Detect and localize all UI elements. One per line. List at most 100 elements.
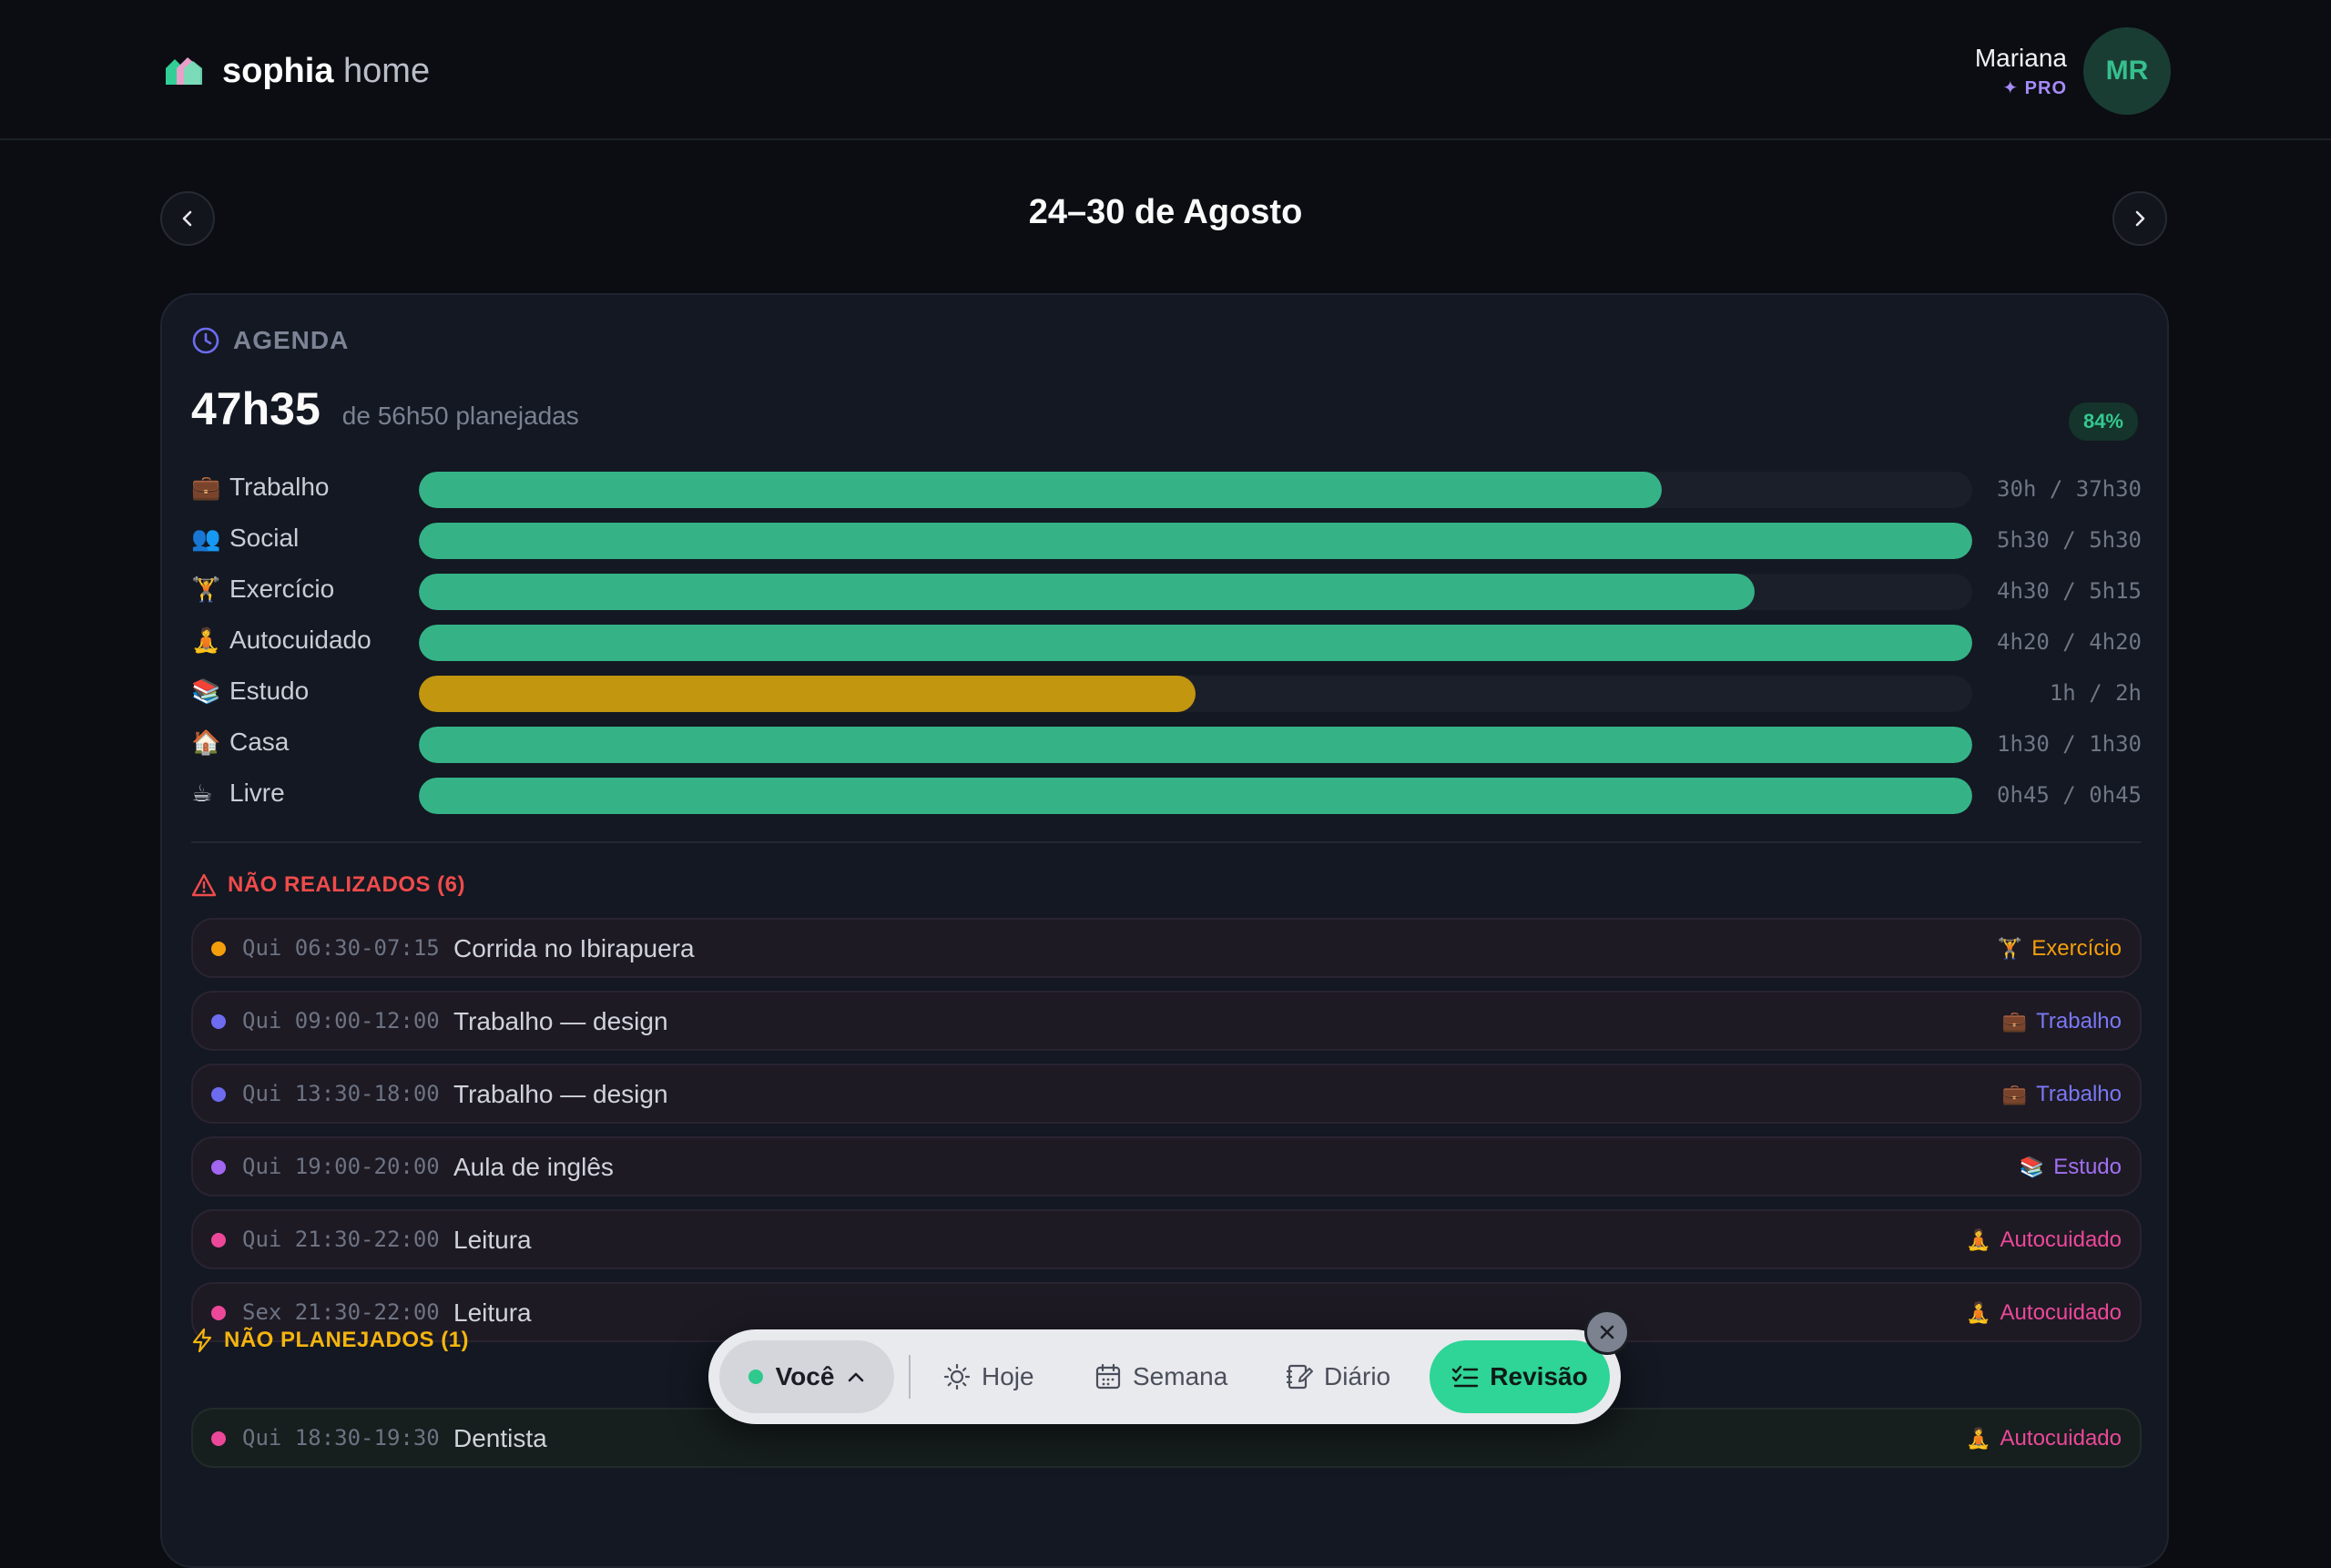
- category-name: Trabalho: [229, 473, 330, 501]
- category-progress-track: [419, 727, 1972, 763]
- category-row: 🏋 Exercício 4h30 / 5h15: [191, 572, 2142, 610]
- tab-today-label: Hoje: [982, 1362, 1034, 1390]
- category-emoji-icon: 👥: [191, 524, 221, 552]
- divider: [191, 841, 2142, 843]
- category-progress-fill: [419, 676, 1196, 712]
- category-emoji-icon: 🧘: [1966, 1301, 1991, 1324]
- event-title: Dentista: [453, 1424, 547, 1452]
- notebook-pen-icon: [1286, 1364, 1313, 1390]
- event-item[interactable]: Qui 09:00-12:00 Trabalho — design 💼 Trabalh…: [191, 991, 2142, 1051]
- next-week-button[interactable]: [2112, 191, 2167, 246]
- avatar[interactable]: MR: [2083, 27, 2171, 115]
- category-row: 📚 Estudo 1h / 2h: [191, 674, 2142, 712]
- category-emoji-icon: 🏋: [191, 575, 221, 603]
- event-item[interactable]: Qui 19:00-20:00 Aula de inglês 📚 Estudo: [191, 1136, 2142, 1196]
- category-tag: 🧘 Autocuidado: [1966, 1227, 2122, 1253]
- online-dot: [748, 1369, 763, 1384]
- event-time: Qui 09:00-12:00: [242, 1008, 440, 1033]
- category-dot: [211, 942, 226, 956]
- category-progress-track: [419, 676, 1972, 712]
- category-emoji-icon: 🏠: [191, 728, 221, 756]
- tab-week[interactable]: Semana: [1094, 1340, 1227, 1413]
- category-dot: [211, 1160, 226, 1175]
- close-dock-button[interactable]: [1584, 1309, 1630, 1355]
- brand[interactable]: sophia home: [164, 51, 430, 91]
- event-time: Qui 13:30-18:00: [242, 1081, 440, 1106]
- event-title: Corrida no Ibirapuera: [453, 934, 695, 962]
- user-menu[interactable]: Mariana ✦ PRO MR: [1975, 27, 2171, 115]
- category-name: Casa: [229, 728, 290, 756]
- warning-icon: [191, 873, 217, 897]
- profile-switcher[interactable]: Você: [719, 1340, 894, 1413]
- week-title: 24–30 de Agosto: [1028, 193, 1303, 231]
- category-emoji-icon: 📚: [191, 677, 221, 705]
- house-logo-icon: [166, 57, 202, 85]
- category-tag: 🏋 Exercício: [1998, 936, 2122, 962]
- category-hours: 1h30 / 1h30: [1997, 731, 2142, 757]
- category-hours: 5h30 / 5h30: [1997, 527, 2142, 553]
- category-hours: 0h45 / 0h45: [1997, 782, 2142, 808]
- event-title: Trabalho — design: [453, 1007, 668, 1035]
- event-title: Trabalho — design: [453, 1080, 668, 1108]
- lightning-icon: [192, 1328, 212, 1353]
- category-tag-label: Estudo: [2053, 1155, 2122, 1179]
- close-icon: [1600, 1325, 1614, 1339]
- category-tag-label: Autocuidado: [2000, 1227, 2122, 1252]
- category-emoji-icon: 💼: [2001, 1010, 2028, 1033]
- event-item[interactable]: Qui 13:30-18:00 Trabalho — design 💼 Trabalh…: [191, 1064, 2142, 1124]
- user-name: Mariana: [1974, 43, 2067, 72]
- event-time: Qui 21:30-22:00: [242, 1227, 440, 1252]
- event-item[interactable]: Qui 21:30-22:00 Leitura 🧘 Autocuidado: [191, 1209, 2142, 1269]
- category-tag: 📚 Estudo: [2020, 1155, 2122, 1180]
- planned-hours: de 56h50 planejadas: [341, 402, 579, 430]
- category-progress-track: [419, 523, 1972, 559]
- agenda-totals: 47h35 de 56h50 planejadas: [191, 382, 579, 435]
- category-progress-track: [419, 625, 1972, 661]
- tab-week-label: Semana: [1133, 1362, 1228, 1390]
- category-hours: 4h20 / 4h20: [1997, 629, 2142, 655]
- category-name: Exercício: [229, 575, 335, 603]
- tab-review-label: Revisão: [1490, 1362, 1588, 1390]
- event-time: Sex 21:30-22:00: [242, 1299, 440, 1325]
- category-tag-label: Autocuidado: [2000, 1300, 2122, 1325]
- unplanned-header: NÃO PLANEJADOS (1): [191, 1328, 469, 1353]
- not-done-label: NÃO REALIZADOS (6): [228, 872, 465, 897]
- category-dot: [211, 1233, 226, 1247]
- category-emoji-icon: 💼: [191, 473, 221, 501]
- category-emoji-icon: 🧘: [1966, 1427, 1991, 1450]
- category-dot: [211, 1306, 226, 1320]
- clock-icon: [192, 327, 219, 354]
- category-progress-fill: [419, 625, 1972, 661]
- event-item[interactable]: Qui 06:30-07:15 Corrida no Ibirapuera 🏋 Exe…: [191, 918, 2142, 978]
- event-title: Leitura: [453, 1298, 532, 1327]
- category-emoji-icon: 🏋: [1997, 937, 2023, 960]
- category-tag-label: Exercício: [2031, 936, 2122, 961]
- chevron-right-icon: [2135, 210, 2145, 227]
- tab-review[interactable]: Revisão: [1430, 1340, 1610, 1413]
- category-hours: 1h / 2h: [2049, 680, 2142, 706]
- chevron-up-icon: [849, 1372, 864, 1382]
- brand-name: sophia home: [222, 51, 431, 90]
- category-name: Social: [229, 524, 300, 552]
- category-dot: [211, 1087, 226, 1102]
- category-tag-label: Autocuidado: [2000, 1426, 2122, 1451]
- category-emoji-icon: 🧘: [191, 626, 221, 654]
- category-progress-fill: [419, 523, 1972, 559]
- tab-journal-label: Diário: [1324, 1362, 1391, 1390]
- category-progress-track: [419, 574, 1972, 610]
- not-done-header: NÃO REALIZADOS (6): [191, 872, 465, 898]
- event-time: Qui 06:30-07:15: [242, 935, 440, 961]
- tab-today[interactable]: Hoje: [943, 1340, 1034, 1413]
- event-title: Aula de inglês: [453, 1153, 614, 1181]
- category-name: Estudo: [229, 677, 310, 705]
- category-progress-track: [419, 778, 1972, 814]
- unplanned-label: NÃO PLANEJADOS (1): [224, 1328, 470, 1352]
- category-hours: 4h30 / 5h15: [1997, 578, 2142, 604]
- category-row: 👥 Social 5h30 / 5h30: [191, 521, 2142, 559]
- agenda-header: AGENDA: [191, 326, 349, 355]
- tab-journal[interactable]: Diário: [1286, 1340, 1390, 1413]
- category-tag: 🧘 Autocuidado: [1966, 1426, 2122, 1451]
- category-row: 🧘 Autocuidado 4h20 / 4h20: [191, 623, 2142, 661]
- category-name: Autocuidado: [229, 626, 372, 654]
- category-progress-track: [419, 472, 1972, 508]
